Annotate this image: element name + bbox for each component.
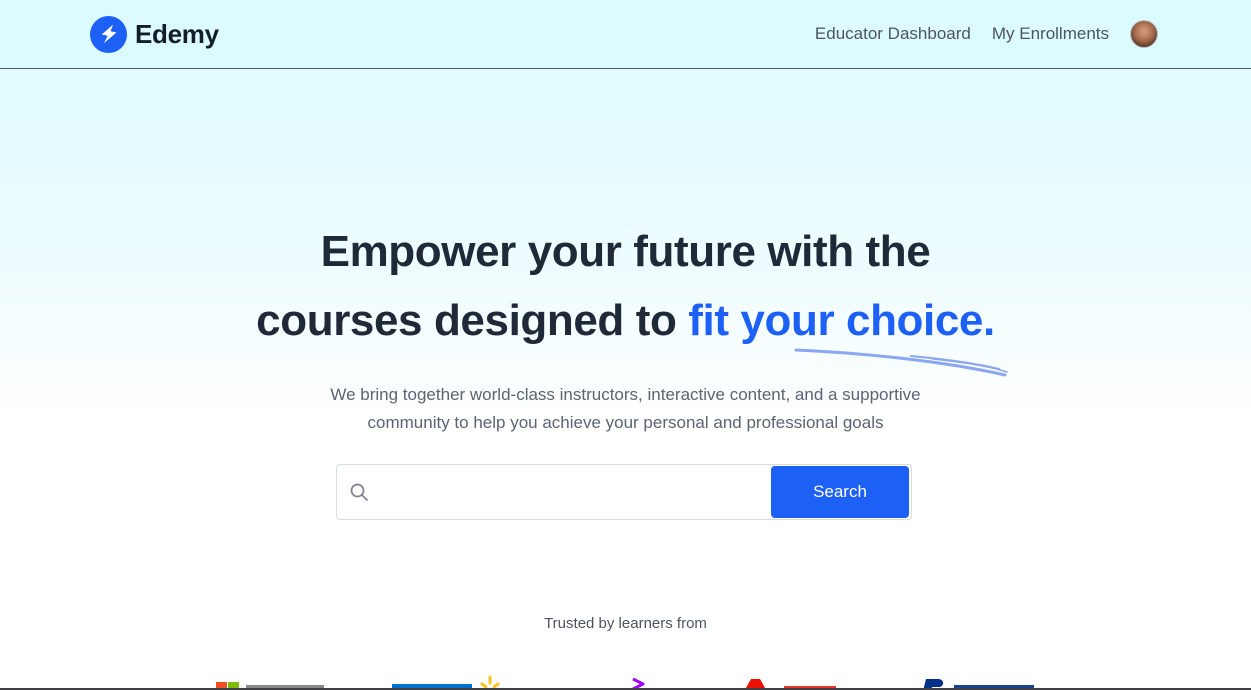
lightning-bolt-icon xyxy=(90,15,127,53)
hero-headline-accent: fit your choice. xyxy=(688,296,995,345)
trusted-by-label: Trusted by learners from xyxy=(544,615,707,632)
nav-educator-dashboard[interactable]: Educator Dashboard xyxy=(815,24,971,44)
search-button[interactable]: Search xyxy=(771,466,909,518)
hero-subtitle-line1: We bring together world-class instructor… xyxy=(330,385,921,404)
hero-subtitle-line2: community to help you achieve your perso… xyxy=(367,413,884,432)
hero-subtitle: We bring together world-class instructor… xyxy=(0,381,1251,437)
user-avatar[interactable] xyxy=(1130,20,1158,48)
hero-headline-line2: courses designed to fit your choice. xyxy=(0,299,1251,343)
hero-headline-plain: courses designed to xyxy=(256,296,689,345)
course-search-box: Search xyxy=(336,464,912,520)
search-input[interactable] xyxy=(381,465,771,519)
nav-my-enrollments[interactable]: My Enrollments xyxy=(992,24,1109,44)
brand-logo-link[interactable]: Edemy xyxy=(90,15,219,53)
brand-name: Edemy xyxy=(135,18,219,49)
hero-headline-line1: Empower your future with the xyxy=(320,227,931,276)
nav-links: Educator Dashboard My Enrollments xyxy=(815,20,1158,48)
search-icon xyxy=(337,482,381,502)
swoosh-underline-icon xyxy=(794,348,1008,377)
top-navbar: Edemy Educator Dashboard My Enrollments xyxy=(0,0,1251,69)
